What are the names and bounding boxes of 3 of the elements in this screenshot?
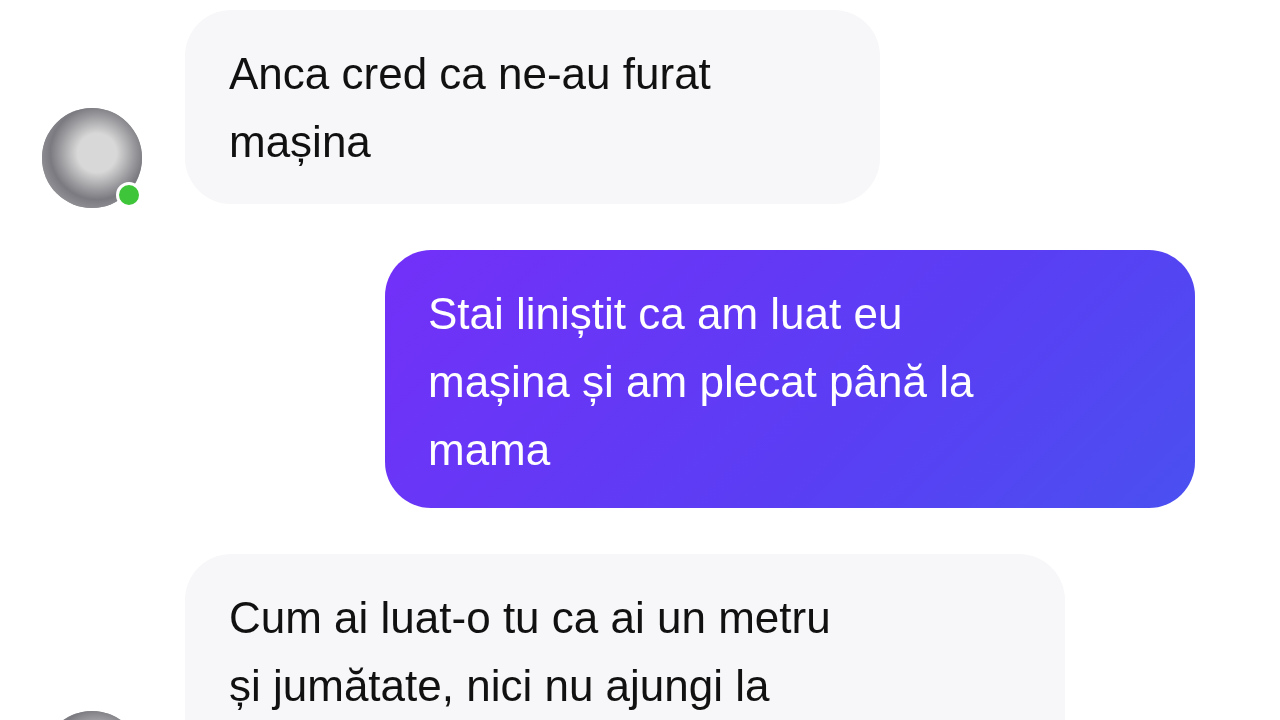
message-bubble: Cum ai luat-o tu ca ai un metru și jumătate, nici nu ajungi la (185, 554, 1065, 720)
message-bubble: Stai liniștit ca am luat eu mașina și am plecat până la mama (385, 250, 1195, 508)
message-bubble: Anca cred ca ne-au furat mașina (185, 10, 880, 204)
